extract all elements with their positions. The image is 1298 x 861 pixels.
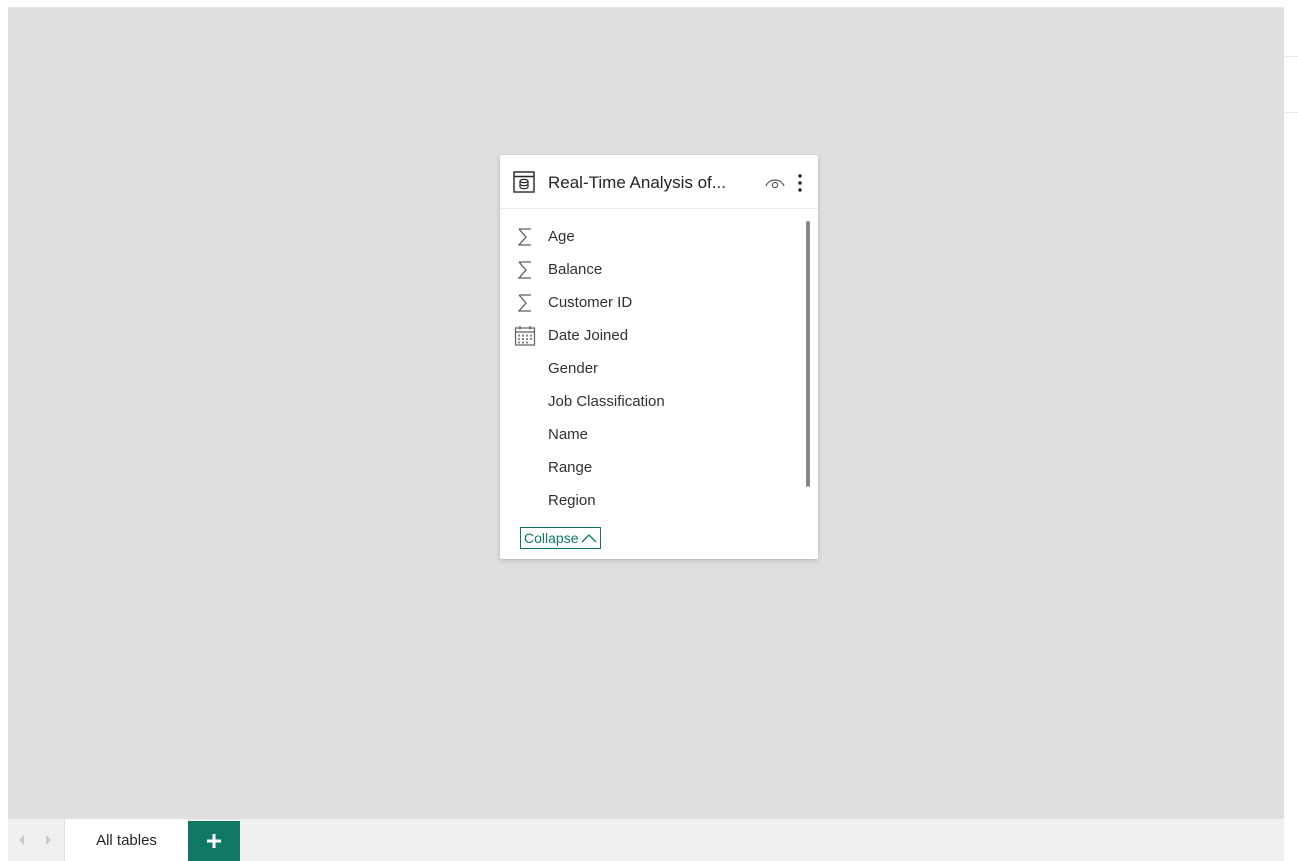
strip-divider: [1284, 56, 1298, 57]
field-name: Range: [548, 459, 593, 476]
field-list: Age Balance Customer ID Date Joined Gend…: [500, 222, 800, 519]
previous-tab-arrow-icon[interactable]: [17, 834, 27, 846]
field-name: Job Classification: [548, 393, 665, 410]
tab-all-tables[interactable]: All tables: [64, 819, 189, 861]
field-name: Name: [548, 426, 589, 443]
field-row-name[interactable]: Name: [500, 420, 800, 453]
tab-label: All tables: [96, 831, 157, 849]
sigma-icon: [517, 228, 531, 246]
more-options-icon[interactable]: [795, 172, 805, 194]
sigma-icon: [517, 294, 531, 312]
field-row-customer-id[interactable]: Customer ID: [500, 288, 800, 321]
sigma-icon: [517, 261, 531, 279]
field-row-balance[interactable]: Balance: [500, 255, 800, 288]
table-icon: [513, 171, 535, 193]
plus-icon: [207, 834, 221, 848]
field-name: Gender: [548, 360, 599, 377]
table-card-title: Real-Time Analysis of...: [548, 173, 726, 192]
field-name: Balance: [548, 261, 603, 278]
collapse-button[interactable]: Collapse: [520, 527, 602, 549]
field-name: Age: [548, 228, 575, 245]
calendar-icon: [514, 326, 536, 346]
field-row-region[interactable]: Region: [500, 486, 800, 519]
field-row-date-joined[interactable]: Date Joined: [500, 321, 800, 354]
tab-bar: All tables: [8, 819, 1284, 861]
strip-divider: [1284, 112, 1298, 113]
next-tab-arrow-icon[interactable]: [43, 834, 53, 846]
model-view-window: Real-Time Analysis of... Age Balance Cus…: [0, 0, 1298, 861]
field-name: Region: [548, 492, 596, 509]
table-card-header[interactable]: Real-Time Analysis of...: [500, 155, 818, 209]
eye-icon[interactable]: [764, 176, 786, 190]
table-card[interactable]: Real-Time Analysis of... Age Balance Cus…: [500, 155, 818, 559]
field-row-job-classification[interactable]: Job Classification: [500, 387, 800, 420]
field-row-age[interactable]: Age: [500, 222, 800, 255]
chevron-up-icon: [582, 534, 597, 543]
field-name: Customer ID: [548, 294, 633, 311]
add-tab-button[interactable]: [188, 821, 240, 861]
field-list-scrollbar[interactable]: [806, 221, 810, 487]
right-side-strip: [1284, 8, 1298, 819]
collapse-label: Collapse: [524, 530, 579, 546]
field-row-range[interactable]: Range: [500, 453, 800, 486]
field-row-gender[interactable]: Gender: [500, 354, 800, 387]
field-name: Date Joined: [548, 327, 629, 344]
